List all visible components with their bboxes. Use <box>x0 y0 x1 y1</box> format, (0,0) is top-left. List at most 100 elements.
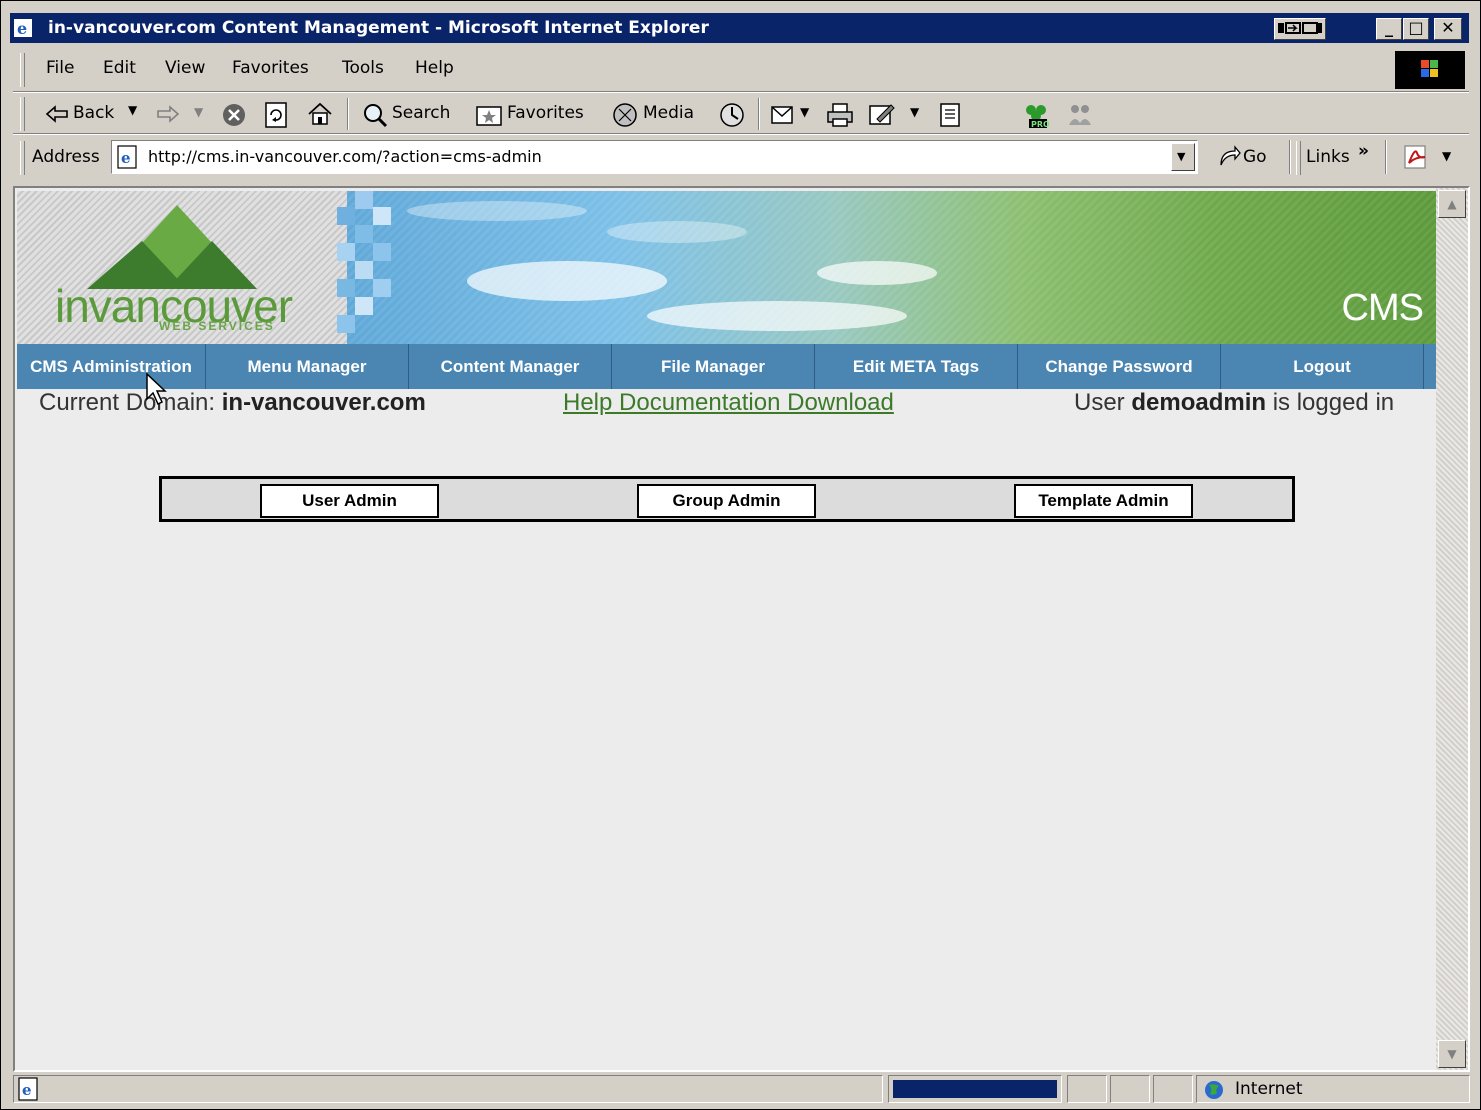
status-pane-empty <box>1153 1075 1193 1103</box>
refresh-icon[interactable] <box>263 101 289 129</box>
favorites-icon[interactable] <box>475 103 503 127</box>
minimize-button[interactable]: _ <box>1376 18 1402 40</box>
current-domain-label: Current Domain: <box>39 389 222 416</box>
discuss-icon[interactable] <box>937 101 965 129</box>
nav-menu-manager[interactable]: Menu Manager <box>206 344 409 389</box>
help-link-wrap: Help Documentation Download <box>563 389 894 417</box>
menu-edit[interactable]: Edit <box>103 58 136 78</box>
stop-icon[interactable] <box>221 102 247 128</box>
favorites-button[interactable]: Favorites <box>507 103 584 123</box>
user-status-prefix: User <box>1074 389 1132 416</box>
address-field[interactable]: e http://cms.in-vancouver.com/?action=cm… <box>111 140 1198 174</box>
nav-logout[interactable]: Logout <box>1221 344 1424 389</box>
edit-icon[interactable] <box>867 101 897 129</box>
user-status: User demoadmin is logged in <box>1074 389 1394 417</box>
menu-favorites[interactable]: Favorites <box>232 58 309 78</box>
forward-arrow-icon[interactable] <box>154 105 180 123</box>
svg-text:PRO: PRO <box>1031 120 1050 129</box>
current-domain-value: in-vancouver.com <box>221 389 426 416</box>
addressbar-grip[interactable] <box>20 141 25 175</box>
back-arrow-icon[interactable] <box>45 105 71 123</box>
menu-tools[interactable]: Tools <box>342 58 384 78</box>
zone-label: Internet <box>1235 1079 1303 1099</box>
maximize-button[interactable]: □ <box>1403 18 1429 40</box>
title-bar: e in-vancouver.com Content Management - … <box>10 13 1469 43</box>
scroll-up-button[interactable]: ▲ <box>1438 190 1466 218</box>
toolbar-separator <box>13 133 1469 135</box>
forward-dropdown-icon[interactable]: ▼ <box>194 105 203 119</box>
menu-file[interactable]: File <box>46 58 74 78</box>
search-button[interactable]: Search <box>392 103 450 123</box>
go-arrow-icon[interactable] <box>1217 145 1241 169</box>
back-button[interactable]: Back <box>73 103 114 123</box>
content-frame: invancouver WEB SERVICES CMS CMS Adminis… <box>13 186 1470 1072</box>
nav-cms-administration[interactable]: CMS Administration <box>17 344 206 389</box>
acrobat-icon[interactable] <box>1401 143 1433 171</box>
site-banner: invancouver WEB SERVICES CMS <box>17 191 1437 344</box>
address-label: Address <box>32 147 100 167</box>
mouse-cursor-icon <box>146 373 167 406</box>
cms-nav-bar: CMS Administration Menu Manager Content … <box>17 344 1437 389</box>
user-name: demoadmin <box>1131 389 1267 416</box>
address-url[interactable]: http://cms.in-vancouver.com/?action=cms-… <box>148 147 542 166</box>
history-icon[interactable] <box>717 101 747 129</box>
search-icon[interactable] <box>361 101 389 129</box>
status-bar: e Internet <box>13 1073 1470 1105</box>
links-chevron-icon[interactable]: » <box>1358 141 1369 161</box>
svg-text:e: e <box>121 149 131 167</box>
go-button[interactable]: Go <box>1243 147 1267 167</box>
checker-pattern <box>337 191 391 333</box>
logo-subtitle: WEB SERVICES <box>159 319 275 333</box>
toolbar-divider <box>758 98 760 130</box>
window-title: in-vancouver.com Content Management - Mi… <box>48 18 709 38</box>
toolbar-divider <box>1385 140 1387 174</box>
status-pane-empty <box>1067 1075 1107 1103</box>
media-icon[interactable] <box>611 101 641 129</box>
toolbar-grip[interactable] <box>20 97 25 131</box>
mail-dropdown-icon[interactable]: ▼ <box>800 105 809 119</box>
status-text-pane <box>13 1075 883 1103</box>
globe-icon <box>1205 1081 1223 1099</box>
progress-bar-fill <box>893 1080 1057 1098</box>
group-admin-button[interactable]: Group Admin <box>637 484 816 518</box>
taskbar-switch-icon[interactable] <box>1274 18 1326 40</box>
nav-change-password[interactable]: Change Password <box>1018 344 1221 389</box>
banner-sky <box>347 191 1437 344</box>
address-dropdown-button[interactable]: ▼ <box>1171 143 1195 171</box>
links-button[interactable]: Links <box>1306 147 1350 167</box>
user-status-suffix: is logged in <box>1266 389 1395 416</box>
current-domain: Current Domain: in-vancouver.com <box>39 389 426 417</box>
template-admin-button[interactable]: Template Admin <box>1014 484 1193 518</box>
windows-logo-icon <box>1395 51 1465 89</box>
user-admin-button[interactable]: User Admin <box>260 484 439 518</box>
media-button[interactable]: Media <box>643 103 694 123</box>
pro-plugin-icon[interactable]: PRO <box>1021 101 1053 129</box>
help-documentation-link[interactable]: Help Documentation Download <box>563 389 894 416</box>
logo-mountains-icon <box>87 205 257 289</box>
mail-icon[interactable] <box>769 101 799 129</box>
scroll-down-button[interactable]: ▼ <box>1438 1040 1466 1068</box>
print-icon[interactable] <box>825 101 855 129</box>
back-dropdown-icon[interactable]: ▼ <box>128 103 137 117</box>
home-icon[interactable] <box>306 101 334 127</box>
zone-pane: Internet <box>1196 1075 1470 1103</box>
links-grip[interactable] <box>1296 141 1301 175</box>
status-pane-empty <box>1110 1075 1150 1103</box>
edit-dropdown-icon[interactable]: ▼ <box>910 105 919 119</box>
close-button[interactable]: ✕ <box>1434 18 1462 40</box>
vertical-scrollbar[interactable]: ▲ ▼ <box>1436 188 1468 1070</box>
menu-view[interactable]: View <box>165 58 205 78</box>
nav-file-manager[interactable]: File Manager <box>612 344 815 389</box>
menu-help[interactable]: Help <box>415 58 454 78</box>
menu-bar: File Edit View Favorites Tools Help <box>15 50 1467 90</box>
svg-text:e: e <box>17 19 27 37</box>
messenger-icon[interactable] <box>1065 101 1095 129</box>
acrobat-dropdown-icon[interactable]: ▼ <box>1442 149 1451 163</box>
cms-label: CMS <box>1341 287 1424 329</box>
nav-edit-meta-tags[interactable]: Edit META Tags <box>815 344 1018 389</box>
chevron-down-icon: ▼ <box>1177 150 1186 163</box>
progress-pane <box>888 1075 1062 1103</box>
internet-explorer-icon: e <box>14 19 32 37</box>
nav-content-manager[interactable]: Content Manager <box>409 344 612 389</box>
page-icon: e <box>117 145 137 169</box>
